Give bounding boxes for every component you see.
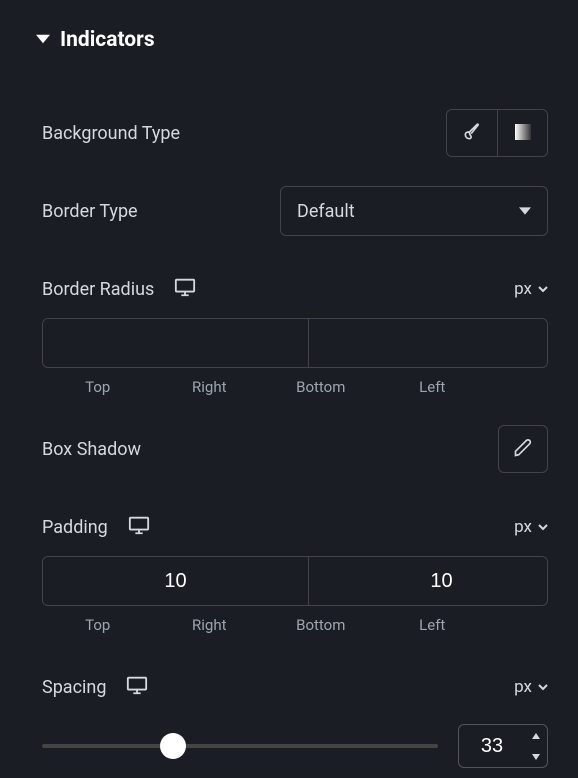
label-top: Top bbox=[42, 378, 154, 396]
box-shadow-label: Box Shadow bbox=[42, 439, 141, 460]
background-type-row: Background Type bbox=[42, 108, 548, 158]
spacing-unit: px bbox=[514, 677, 532, 697]
label-top: Top bbox=[42, 616, 154, 634]
desktop-icon[interactable] bbox=[126, 675, 148, 700]
section-title: Indicators bbox=[60, 28, 155, 52]
label-left: Left bbox=[377, 378, 489, 396]
padding-side-labels: Top Right Bottom Left bbox=[42, 616, 548, 634]
box-shadow-edit-button[interactable] bbox=[498, 425, 548, 473]
stepper-up-button[interactable] bbox=[525, 725, 547, 746]
spacing-number-input bbox=[458, 724, 548, 768]
spacing-stepper bbox=[525, 725, 547, 767]
padding-unit-select[interactable]: px bbox=[514, 517, 548, 537]
spacing-header: Spacing px bbox=[42, 662, 548, 712]
desktop-icon[interactable] bbox=[174, 277, 196, 302]
spacing-value-field[interactable] bbox=[459, 735, 525, 758]
padding-header: Padding px bbox=[42, 502, 548, 552]
section-header-indicators[interactable]: Indicators bbox=[36, 18, 548, 62]
border-type-row: Border Type Default bbox=[42, 186, 548, 236]
border-radius-side-labels: Top Right Bottom Left bbox=[42, 378, 548, 396]
padding-right-input[interactable] bbox=[309, 557, 548, 605]
border-radius-unit-select[interactable]: px bbox=[514, 279, 548, 299]
border-radius-right-input[interactable] bbox=[309, 319, 548, 367]
spacing-slider[interactable] bbox=[42, 744, 438, 748]
padding-unit: px bbox=[514, 517, 532, 537]
label-right: Right bbox=[154, 616, 266, 634]
padding-label: Padding bbox=[42, 517, 108, 538]
spacing-slider-row bbox=[42, 724, 548, 768]
background-type-label: Background Type bbox=[42, 123, 180, 144]
border-type-label: Border Type bbox=[42, 201, 138, 222]
label-right: Right bbox=[154, 378, 266, 396]
caret-down-icon bbox=[36, 28, 50, 52]
brush-icon bbox=[462, 122, 482, 145]
stepper-down-button[interactable] bbox=[525, 746, 547, 767]
border-radius-label: Border Radius bbox=[42, 279, 154, 300]
spacing-label: Spacing bbox=[42, 677, 106, 698]
gradient-icon bbox=[513, 122, 533, 145]
slider-thumb[interactable] bbox=[160, 733, 186, 759]
label-bottom: Bottom bbox=[265, 616, 377, 634]
label-bottom: Bottom bbox=[265, 378, 377, 396]
border-type-value: Default bbox=[297, 201, 355, 222]
background-gradient-button[interactable] bbox=[497, 110, 547, 156]
box-shadow-row: Box Shadow bbox=[42, 424, 548, 474]
desktop-icon[interactable] bbox=[128, 515, 150, 540]
label-left: Left bbox=[377, 616, 489, 634]
caret-down-icon bbox=[519, 201, 531, 222]
border-radius-unit: px bbox=[514, 279, 532, 299]
background-classic-button[interactable] bbox=[447, 110, 497, 156]
spacing-unit-select[interactable]: px bbox=[514, 677, 548, 697]
pencil-icon bbox=[513, 438, 533, 461]
border-radius-top-input[interactable] bbox=[43, 319, 309, 367]
background-type-choices bbox=[446, 109, 548, 157]
padding-inputs bbox=[42, 556, 548, 606]
border-radius-header: Border Radius px bbox=[42, 264, 548, 314]
padding-top-input[interactable] bbox=[43, 557, 309, 605]
border-radius-inputs bbox=[42, 318, 548, 368]
border-type-select[interactable]: Default bbox=[280, 186, 548, 236]
